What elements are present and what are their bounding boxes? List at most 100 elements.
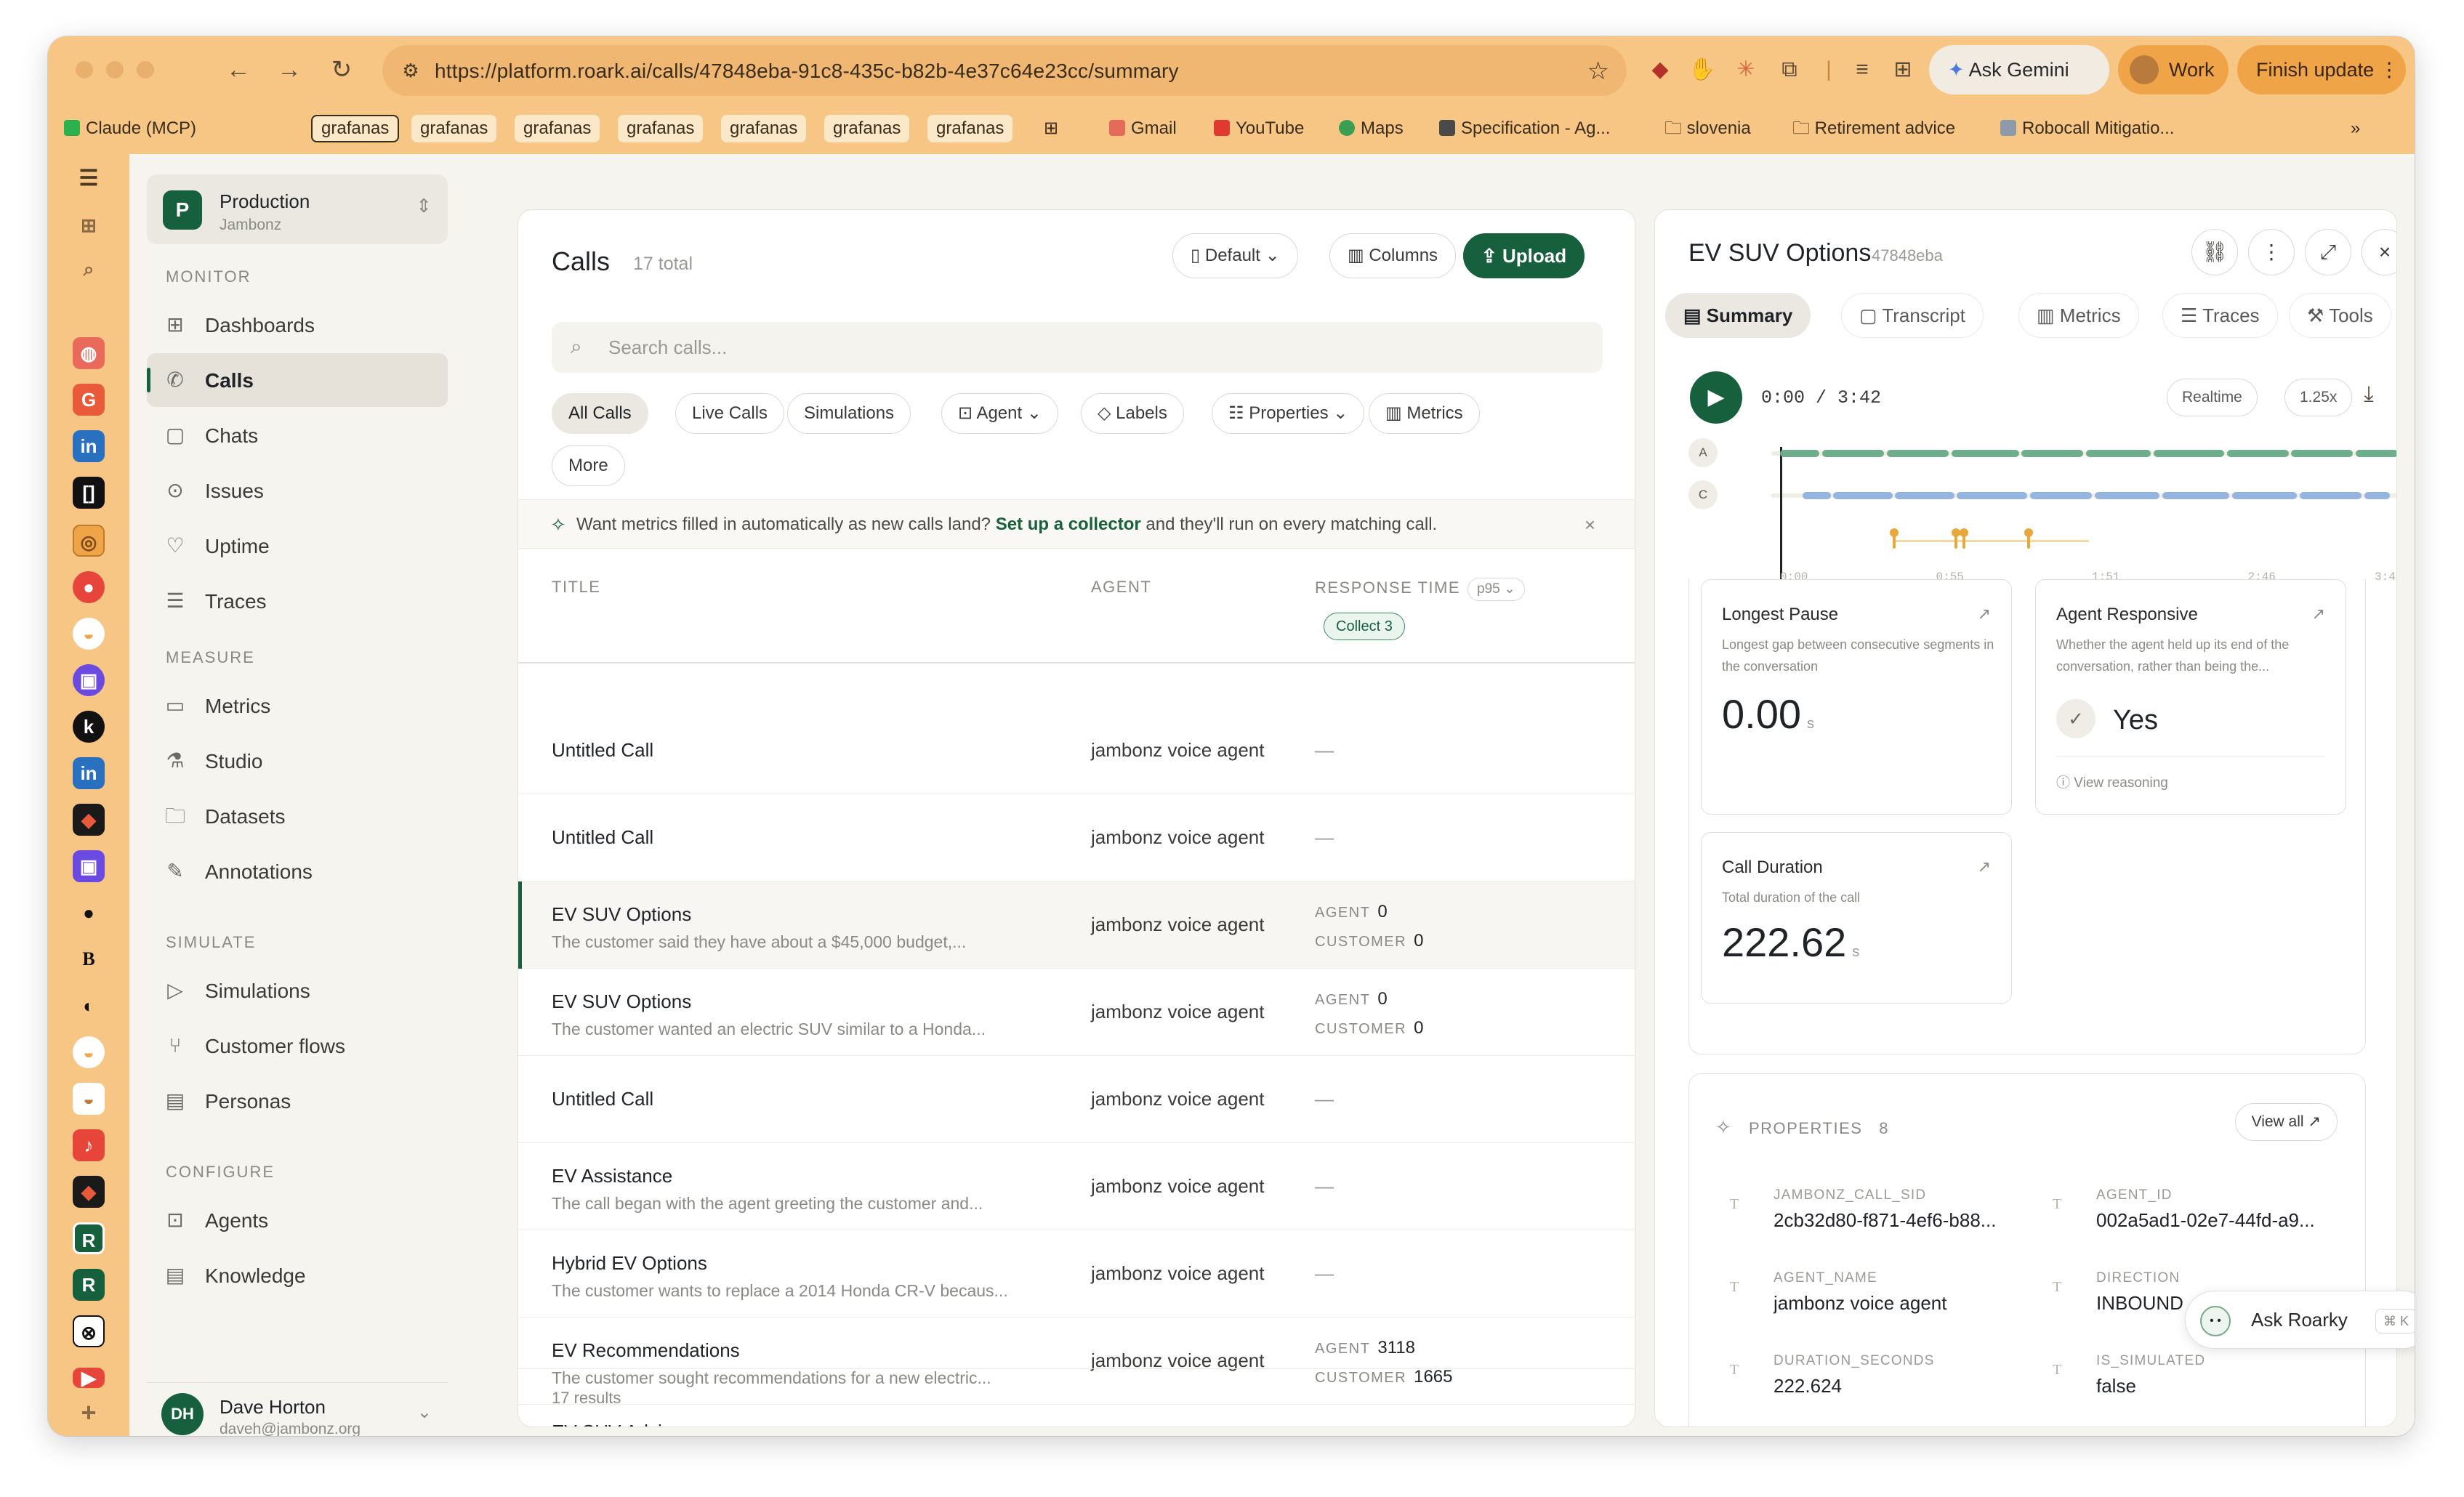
- sidebar-item-uptime[interactable]: ♡ Uptime: [147, 519, 448, 573]
- app-shortcut-icon[interactable]: ▣: [73, 664, 105, 696]
- audio-timeline[interactable]: A C 0:000:551:512:463:42: [1684, 435, 2396, 584]
- external-link-icon[interactable]: ↗: [1978, 858, 1991, 876]
- filter-labels[interactable]: ◇ Labels: [1081, 393, 1184, 434]
- filter-live-calls[interactable]: Live Calls: [675, 393, 785, 434]
- table-row[interactable]: EV SUV AdviceAGENT0: [518, 1405, 1635, 1427]
- url-text[interactable]: https://platform.roark.ai/calls/47848eba…: [435, 60, 1179, 83]
- customer-speech-segment[interactable]: [1895, 492, 1954, 499]
- app-shortcut-icon[interactable]: ◍: [73, 337, 105, 369]
- roark-app-icon[interactable]: R: [73, 1269, 105, 1301]
- sidebar-item-issues[interactable]: ⊙ Issues: [147, 464, 448, 517]
- reading-list-icon[interactable]: ≡: [1846, 54, 1878, 86]
- sidebar-item-personas[interactable]: ▤ Personas: [147, 1074, 448, 1128]
- table-row[interactable]: Untitled Call jambonz voice agent —: [518, 794, 1635, 881]
- playhead[interactable]: [1780, 447, 1782, 581]
- app-shortcut-icon[interactable]: []: [73, 477, 105, 509]
- add-icon[interactable]: +: [73, 1397, 105, 1429]
- customer-speech-segment[interactable]: [1833, 492, 1893, 499]
- app-shortcut-icon[interactable]: ◆: [73, 804, 105, 836]
- filter-properties[interactable]: ☷ Properties ⌄: [1212, 393, 1365, 434]
- bookmark-grafanas[interactable]: grafanas: [311, 115, 400, 142]
- close-icon[interactable]: ×: [2362, 229, 2396, 275]
- extension-icon[interactable]: ✋: [1686, 54, 1718, 86]
- property-item[interactable]: T AGENT_NAME jambonz voice agent: [1730, 1270, 2035, 1336]
- sidebar-item-datasets[interactable]: 🗀 Datasets: [147, 789, 448, 843]
- grid-icon[interactable]: ⊞: [73, 209, 105, 241]
- app-shortcut-icon[interactable]: ◒: [73, 1036, 105, 1068]
- sidebar-item-traces[interactable]: ☰ Traces: [147, 574, 448, 628]
- property-item[interactable]: T JAMBONZ_CALL_SID 2cb32d80-f871-4ef6-b88.…: [1730, 1187, 2035, 1253]
- app-shortcut-icon[interactable]: ⊗: [73, 1315, 105, 1347]
- sidebar-item-customer-flows[interactable]: ⑂ Customer flows: [147, 1019, 448, 1073]
- external-link-icon[interactable]: ↗: [1978, 605, 1991, 624]
- app-shortcut-icon[interactable]: ▣: [73, 850, 105, 882]
- site-settings-icon[interactable]: ⚙: [398, 58, 423, 83]
- table-row[interactable]: EV Recommendations The customer sought re…: [518, 1318, 1635, 1405]
- bookmark-slovenia[interactable]: 🗀 slovenia: [1664, 115, 1751, 142]
- bookmark-star-icon[interactable]: ☆: [1587, 57, 1609, 86]
- upload-button[interactable]: ⇪ Upload: [1463, 233, 1585, 278]
- customer-speech-segment[interactable]: [2094, 492, 2159, 499]
- sidebar-item-dashboards[interactable]: ⊞ Dashboards: [147, 298, 448, 352]
- metric-card-longest-pause[interactable]: Longest Pause ↗ Longest gap between cons…: [1701, 579, 2012, 815]
- customer-speech-segment[interactable]: [1957, 492, 2028, 499]
- agent-speech-segment[interactable]: [2021, 450, 2084, 457]
- search-input[interactable]: [608, 332, 1553, 363]
- table-row[interactable]: EV SUV Options The customer said they hav…: [518, 881, 1635, 969]
- sidebar-item-annotations[interactable]: ✎ Annotations: [147, 844, 448, 898]
- customer-speech-segment[interactable]: [2029, 492, 2092, 499]
- tab-traces[interactable]: ☰ Traces: [2162, 293, 2278, 338]
- property-item[interactable]: T AGENT_ID 002a5ad1-02e7-44fd-a9...: [2053, 1187, 2358, 1253]
- view-all-button[interactable]: View all ↗: [2234, 1103, 2338, 1141]
- bookmark-grafanas[interactable]: grafanas: [721, 115, 807, 142]
- back-arrow-icon[interactable]: ←: [222, 54, 254, 86]
- agent-speech-segment[interactable]: [1780, 450, 1820, 457]
- download-icon[interactable]: ⤓: [2353, 379, 2385, 411]
- bookmark-grafanas[interactable]: grafanas: [515, 115, 600, 142]
- sidebar-item-knowledge[interactable]: ▤ Knowledge: [147, 1248, 448, 1302]
- app-shortcut-icon[interactable]: ◒: [73, 618, 105, 650]
- profile-work-button[interactable]: Work: [2118, 45, 2229, 94]
- app-shortcut-icon[interactable]: ◎: [73, 525, 105, 557]
- pause-marker[interactable]: [2024, 528, 2034, 549]
- table-row[interactable]: EV SUV Options The customer wanted an ele…: [518, 969, 1635, 1056]
- forward-arrow-icon[interactable]: →: [273, 54, 305, 86]
- bookmark-grafanas[interactable]: grafanas: [618, 115, 704, 142]
- app-shortcut-icon[interactable]: ◐: [73, 990, 105, 1022]
- sidebar-item-simulations[interactable]: ▷ Simulations: [147, 964, 448, 1017]
- bookmark-claude[interactable]: Claude (MCP): [64, 115, 196, 142]
- app-shortcut-icon[interactable]: ●: [73, 571, 105, 603]
- tab-transcript[interactable]: ▢ Transcript: [1841, 293, 1984, 338]
- ask-gemini-button[interactable]: ✦ Ask Gemini: [1929, 45, 2109, 94]
- customer-speech-segment[interactable]: [1802, 492, 1831, 499]
- org-switcher[interactable]: P Production Jambonz ⇕: [147, 174, 448, 244]
- agent-speech-segment[interactable]: [2086, 450, 2151, 457]
- customer-speech-segment[interactable]: [2300, 492, 2362, 499]
- link-icon[interactable]: ⛓: [2191, 229, 2238, 275]
- maximize-window-button[interactable]: [137, 61, 154, 78]
- column-header-title[interactable]: TITLE: [552, 578, 600, 597]
- bookmark-maps[interactable]: Maps: [1339, 115, 1404, 142]
- bookmark-grafanas[interactable]: grafanas: [824, 115, 910, 142]
- realtime-button[interactable]: Realtime: [2167, 379, 2258, 416]
- expand-icon[interactable]: ⤢: [2305, 229, 2351, 275]
- column-header-response-time[interactable]: RESPONSE TIME p95 ⌄: [1315, 578, 1525, 601]
- table-row[interactable]: EV Assistance The call began with the age…: [518, 1143, 1635, 1230]
- ask-roarky-button[interactable]: • • Ask Roarky ⌘ K: [2185, 1291, 2415, 1349]
- view-reasoning-link[interactable]: ⓘ View reasoning: [2056, 772, 2168, 791]
- address-bar[interactable]: ⚙ https://platform.roark.ai/calls/47848e…: [382, 45, 1627, 96]
- app-shortcut-icon[interactable]: ◆: [73, 1176, 105, 1208]
- bookmark-grafanas[interactable]: grafanas: [927, 115, 1013, 142]
- setup-collector-link[interactable]: Set up a collector: [996, 515, 1141, 534]
- collapse-menu-icon[interactable]: ☰: [73, 163, 105, 195]
- apps-grid-icon[interactable]: ⊞: [1044, 115, 1058, 142]
- agent-speech-segment[interactable]: [1886, 450, 1949, 457]
- more-vertical-icon[interactable]: ⋮: [2248, 229, 2295, 275]
- more-bookmarks-icon[interactable]: »: [2351, 115, 2360, 142]
- tab-summary[interactable]: ▤ Summary: [1665, 293, 1811, 338]
- bookmark-robocall[interactable]: Robocall Mitigatio...: [2000, 115, 2174, 142]
- property-item[interactable]: T IS_SIMULATED false: [2053, 1353, 2358, 1419]
- reload-icon[interactable]: ↻: [326, 54, 358, 86]
- sidebar-item-studio[interactable]: ⚗ Studio: [147, 734, 448, 788]
- app-shortcut-icon[interactable]: ◒: [73, 1083, 105, 1115]
